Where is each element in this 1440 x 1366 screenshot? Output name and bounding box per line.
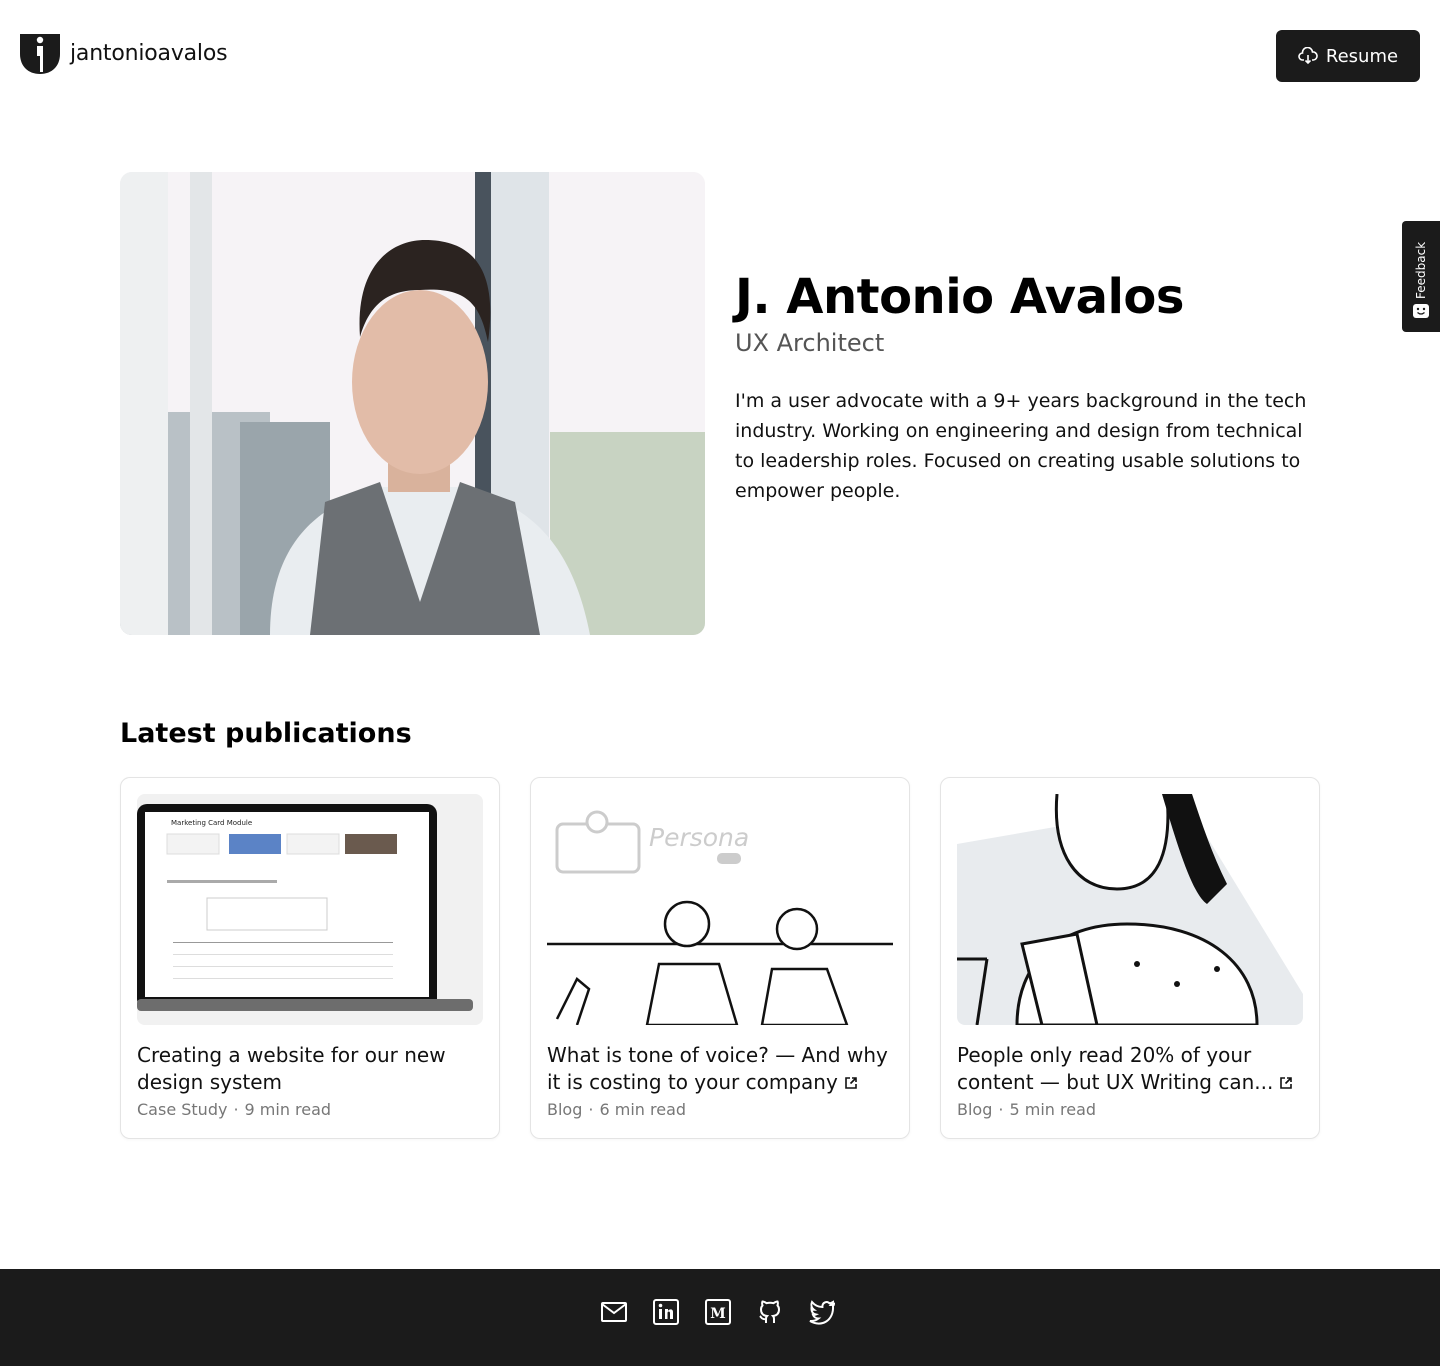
feedback-tab[interactable]: Feedback <box>1402 221 1440 332</box>
site-header: jantonioavalos Resume <box>0 0 1440 110</box>
thumbnail-caption: Marketing Card Module <box>171 819 252 827</box>
publication-title: Creating a website for our new design sy… <box>137 1042 487 1096</box>
publication-thumbnail <box>957 794 1303 1025</box>
publication-meta: Blog · 6 min read <box>547 1100 686 1119</box>
hero-role: UX Architect <box>735 329 885 357</box>
hero-bio: I'm a user advocate with a 9+ years back… <box>735 390 1307 502</box>
meta-separator: · <box>588 1100 594 1119</box>
external-link-icon <box>1280 1077 1293 1089</box>
publication-read-time: 5 min read <box>1009 1100 1097 1119</box>
site-footer: M <box>0 1269 1440 1366</box>
publication-title-text: What is tone of voice? — And why it is c… <box>547 1043 888 1094</box>
hero-intro: J. Antonio Avalos UX Architect I'm a use… <box>735 268 1335 506</box>
resume-label: Resume <box>1325 45 1399 67</box>
publication-meta: Case Study · 9 min read <box>137 1100 331 1119</box>
publication-title: People only read 20% of your content — b… <box>957 1042 1307 1096</box>
publication-type: Blog <box>547 1100 583 1119</box>
publications-title: Latest publications <box>120 718 412 749</box>
thumbnail-caption: Persona <box>649 823 749 852</box>
external-link-icon <box>845 1077 857 1089</box>
linkedin-icon[interactable] <box>652 1298 680 1326</box>
publication-type: Case Study <box>137 1100 228 1119</box>
logo-icon <box>20 34 60 74</box>
publication-thumbnail: Marketing Card Module <box>137 794 483 1025</box>
hero-name: J. Antonio Avalos <box>735 269 1184 325</box>
twitter-icon[interactable] <box>808 1298 836 1326</box>
publication-read-time: 6 min read <box>599 1100 687 1119</box>
publication-title: What is tone of voice? — And why it is c… <box>547 1042 897 1096</box>
publication-thumbnail: Persona <box>547 794 893 1025</box>
publication-card[interactable]: Persona What is tone of voice? — And why… <box>530 777 910 1139</box>
github-icon[interactable] <box>756 1298 784 1326</box>
publication-card[interactable]: People only read 20% of your content — b… <box>940 777 1320 1139</box>
meta-separator: · <box>233 1100 239 1119</box>
publication-title-text: Creating a website for our new design sy… <box>137 1043 446 1094</box>
meta-separator: · <box>998 1100 1004 1119</box>
publications-list: Marketing Card Module Creating a website… <box>120 777 1320 1139</box>
social-links: M <box>600 1298 836 1326</box>
cloud-download-icon <box>1298 47 1318 65</box>
feedback-label: Feedback <box>1414 241 1428 299</box>
publication-type: Blog <box>957 1100 993 1119</box>
logo-text: jantonioavalos <box>70 40 228 66</box>
resume-button[interactable]: Resume <box>1276 30 1420 82</box>
publication-meta: Blog · 5 min read <box>957 1100 1096 1119</box>
svg-text:M: M <box>710 1306 726 1322</box>
publication-card[interactable]: Marketing Card Module Creating a website… <box>120 777 500 1139</box>
profile-photo <box>120 172 705 635</box>
publication-read-time: 9 min read <box>244 1100 332 1119</box>
site-logo[interactable]: jantonioavalos <box>20 32 228 74</box>
medium-icon[interactable]: M <box>704 1298 732 1326</box>
mail-icon[interactable] <box>600 1298 628 1326</box>
smile-icon <box>1413 304 1429 318</box>
publication-title-text: People only read 20% of your content — b… <box>957 1043 1274 1094</box>
